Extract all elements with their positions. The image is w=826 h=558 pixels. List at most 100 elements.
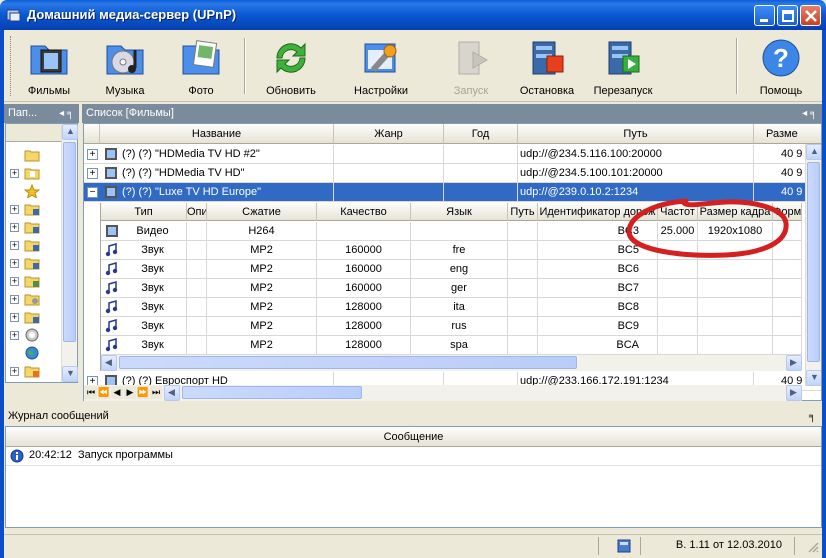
next-page-button[interactable]: ⏩ [137,386,149,399]
music-button[interactable]: Музыка [94,32,156,100]
help-button[interactable]: ? Помощь [750,32,812,100]
tree-item[interactable]: + [10,364,66,380]
expand-toggle[interactable]: + [87,149,98,160]
stream-row[interactable]: Звук MP2 160000 eng BC6 [101,260,802,279]
toolbar-grip[interactable] [10,36,13,96]
status-bar: В. 1.11 от 12.03.2010 [4,534,822,556]
scroll-left-button[interactable]: ◀ [164,385,180,401]
resize-grip-icon[interactable] [807,541,819,553]
scroll-up-button[interactable]: ▲ [62,124,78,140]
expand-toggle[interactable]: + [10,367,19,376]
tree-item[interactable]: + [10,202,66,218]
expand-toggle[interactable]: + [10,205,19,214]
column-header-codec[interactable]: Сжатие [207,203,317,221]
folders-panel-title: Пап... [8,107,38,119]
expand-toggle[interactable]: + [10,331,19,340]
folder-tree[interactable]: + + + + + + + + + + ▲ ▼ [5,123,78,383]
expand-toggle[interactable]: + [10,295,19,304]
svg-text:?: ? [773,43,789,73]
column-header-type[interactable]: Тип [101,203,187,221]
stream-row[interactable]: Видео H264 BC3 25.000 1920x1080 [101,222,802,241]
column-header-frame-size[interactable]: Размер кадра [698,203,773,221]
tree-item[interactable]: + [10,256,66,272]
column-header-path[interactable]: Путь [508,203,538,221]
subgrid-horizontal-scrollbar[interactable]: ◀ ▶ [101,355,802,371]
grid-vertical-scrollbar[interactable]: ▲ ▼ [805,144,821,386]
expand-toggle[interactable]: + [10,277,19,286]
scroll-up-button[interactable]: ▲ [806,144,821,160]
message-log[interactable]: Сообщение 20:42:12 Запуск программы [5,426,822,528]
minimize-button[interactable] [754,5,775,26]
next-record-button[interactable]: ▶ [124,386,136,399]
stream-row[interactable]: Звук MP2 160000 ger BC7 [101,279,802,298]
column-header-genre[interactable]: Жанр [334,124,444,144]
column-header-frame-rate[interactable]: Частот [658,203,698,221]
panel-pin-icon[interactable]: ╕ [809,407,816,426]
expand-toggle[interactable]: + [10,259,19,268]
expand-toggle[interactable]: + [10,169,19,178]
tree-item[interactable]: + [10,292,66,308]
collapse-toggle[interactable]: − [87,187,98,198]
tree-item[interactable]: + [10,328,66,344]
prev-record-button[interactable]: ◀ [111,386,123,399]
prev-page-button[interactable]: ⏪ [98,386,110,399]
column-header-size[interactable]: Разме [754,124,821,144]
tree-vertical-scrollbar[interactable]: ▲ ▼ [61,124,78,382]
scroll-down-button[interactable]: ▼ [806,370,821,386]
maximize-button[interactable] [777,5,798,26]
table-row-selected[interactable]: − (?) (?) "Luxe TV HD Europe" udp://@239… [84,183,821,202]
last-record-button[interactable]: ⏭ [150,386,162,399]
column-header-format[interactable]: Форм [773,203,802,221]
scroll-thumb[interactable] [119,356,577,369]
refresh-button[interactable]: Обновить [256,32,326,100]
log-entry[interactable]: 20:42:12 Запуск программы [6,447,821,466]
scroll-left-button[interactable]: ◀ [101,355,117,371]
stream-row[interactable]: Звук MP2 160000 fre BC5 [101,241,802,260]
column-header-language[interactable]: Язык [411,203,508,221]
scroll-thumb[interactable] [807,162,820,362]
stream-row[interactable]: Звук MP2 128000 ita BC8 [101,298,802,317]
column-header-path[interactable]: Путь [518,124,754,144]
scroll-thumb[interactable] [63,142,76,342]
stream-quality: 160000 [317,241,411,260]
column-header-name[interactable]: Название [100,124,334,144]
close-button[interactable] [800,5,821,26]
restart-button[interactable]: Перезапуск [586,32,660,100]
expand-toggle[interactable]: + [10,313,19,322]
photo-button[interactable]: Фото [170,32,232,100]
tree-item[interactable]: + [10,274,66,290]
expand-toggle[interactable]: + [10,223,19,232]
stop-button[interactable]: Остановка [512,32,582,100]
panel-pin-icon[interactable]: ◂ ╕ [802,104,817,123]
expand-toggle[interactable]: + [87,168,98,179]
close-icon [805,10,817,22]
stream-row[interactable]: Звук MP2 128000 rus BC9 [101,317,802,336]
tree-item[interactable] [10,148,66,164]
scroll-down-button[interactable]: ▼ [62,366,78,382]
first-record-button[interactable]: ⏮ [85,386,97,399]
column-header-track-id[interactable]: Идентификатор дорож [538,203,658,221]
panel-pin-icon[interactable]: ◂ ╕ [59,104,74,123]
column-header-quality[interactable]: Качество [317,203,411,221]
scroll-thumb[interactable] [182,386,362,399]
settings-button[interactable]: Настройки [346,32,416,100]
tree-item[interactable]: + [10,238,66,254]
stream-details-grid[interactable]: Тип Опи Сжатие Качество Язык Путь Иденти… [100,203,802,371]
expand-toggle[interactable]: + [10,241,19,250]
table-row[interactable]: + (?) (?) "HDMedia TV HD #2" udp://@234.… [84,145,821,164]
tree-item[interactable] [10,184,66,200]
scroll-right-button[interactable]: ▶ [786,385,802,401]
tree-item[interactable] [10,346,66,362]
title-bar[interactable]: Домашний медиа-сервер (UPnP) [0,0,826,30]
scroll-right-button[interactable]: ▶ [786,355,802,371]
column-header-message[interactable]: Сообщение [6,427,821,447]
tree-item[interactable]: + [10,220,66,236]
tree-item[interactable]: + [10,166,66,182]
stream-quality: 160000 [317,279,411,298]
column-header-year[interactable]: Год [444,124,518,144]
movies-button[interactable]: Фильмы [18,32,80,100]
tree-item[interactable]: + [10,310,66,326]
table-row[interactable]: + (?) (?) "HDMedia TV HD" udp://@234.5.1… [84,164,821,183]
stream-row[interactable]: Звук MP2 128000 spa BCA [101,336,802,355]
column-header-description[interactable]: Опи [187,203,207,221]
